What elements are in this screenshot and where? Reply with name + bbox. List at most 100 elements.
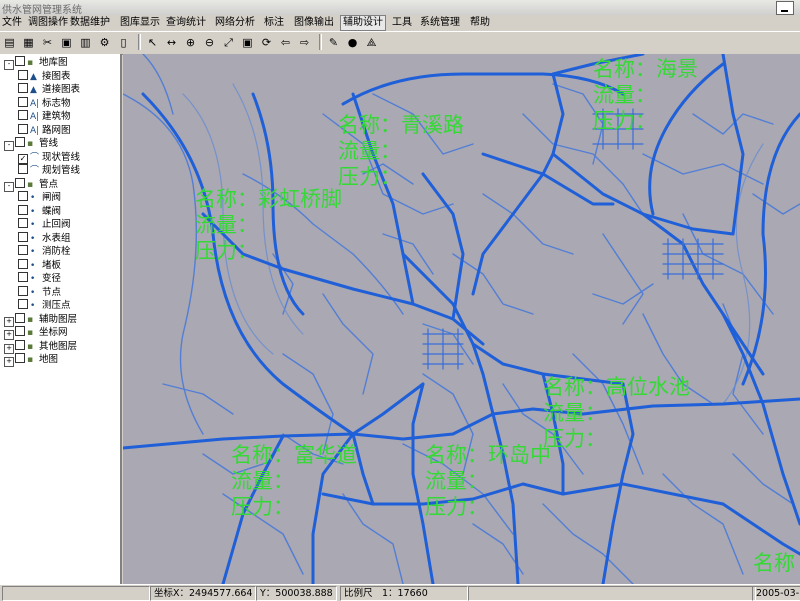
layer-checkbox[interactable] <box>18 69 28 80</box>
tree-node[interactable]: + ▪ 地图 <box>4 353 58 367</box>
layer-checkbox[interactable] <box>15 326 25 336</box>
menu-item[interactable]: 工具 <box>390 16 414 30</box>
tree-node[interactable]: A| 建筑物 <box>18 110 71 123</box>
tree-node[interactable]: + ▪ 其他图层 <box>4 339 77 354</box>
tree-node[interactable]: • 水表组 <box>18 231 71 245</box>
tree-node[interactable]: ✓ ⌒ 现状管线 <box>18 151 80 164</box>
layer-checkbox[interactable] <box>15 137 25 147</box>
table-icon[interactable]: ▥ <box>78 35 93 50</box>
zoom-in-icon[interactable]: ⊕ <box>183 35 198 50</box>
tree-node[interactable]: + ▪ 坐标网 <box>4 326 68 340</box>
select-arrow-icon[interactable]: ↖ <box>145 35 160 50</box>
map-icon[interactable]: ▦ <box>21 35 36 50</box>
back-icon[interactable]: ⇦ <box>278 35 293 50</box>
layer-checkbox[interactable] <box>18 299 28 309</box>
forward-icon[interactable]: ⇨ <box>297 35 312 50</box>
marker-icon[interactable]: ● <box>345 35 360 50</box>
map-label[interactable]: 名称：富华道 流量： 压力： <box>231 442 357 520</box>
label-name: 名称：青溪路 <box>338 113 464 137</box>
layer-checkbox[interactable] <box>18 83 28 93</box>
tree-node[interactable]: ▲ 接图表 <box>18 69 71 83</box>
menu-item[interactable]: 数据维护 <box>68 16 112 30</box>
layer-checkbox[interactable] <box>18 258 28 269</box>
layer-checkbox[interactable] <box>18 272 28 282</box>
image-icon[interactable]: ▣ <box>59 35 74 50</box>
expand-toggle[interactable]: + <box>4 316 14 327</box>
menu-item[interactable]: 查询统计 <box>164 16 208 30</box>
map-label[interactable]: 名称：青溪路 流量： 压力： <box>338 112 464 190</box>
refresh-icon[interactable]: ⟳ <box>259 35 274 50</box>
layer-checkbox[interactable] <box>18 110 28 120</box>
tree-node[interactable]: - ▪ 管线 <box>4 137 58 151</box>
map-label[interactable]: 名称：高位水池 流量： 压力： <box>543 374 690 452</box>
folder-icon: ▪ <box>27 341 34 352</box>
layer-checkbox[interactable] <box>15 177 25 188</box>
pan-icon[interactable]: ↔ <box>164 35 179 50</box>
tree-node-label: 路网图 <box>42 124 71 136</box>
layer-checkbox[interactable] <box>15 339 25 350</box>
blank-page-icon[interactable]: ▯ <box>116 35 131 50</box>
tree-node[interactable]: - ▪ 地库图 <box>4 56 68 70</box>
measure-icon[interactable]: ⟁ <box>364 35 379 50</box>
zoom-out-icon[interactable]: ⊖ <box>202 35 217 50</box>
layer-checkbox[interactable] <box>18 245 28 255</box>
tree-node[interactable]: + ▪ 辅助图层 <box>4 312 77 327</box>
layer-checkbox[interactable] <box>18 218 28 228</box>
tree-node[interactable]: • 测压点 <box>18 299 71 312</box>
tree-node[interactable]: A| 标志物 <box>18 96 71 110</box>
layer-checkbox[interactable] <box>18 123 28 134</box>
menu-item[interactable]: 辅助设计 <box>340 15 386 31</box>
menu-item[interactable]: 系统管理 <box>418 16 462 30</box>
map-canvas[interactable]: 名称：海景 流量： 压力： 名称：青溪路 流量： 压力： 名称：彩虹桥脚 流量：… <box>123 54 800 584</box>
map-label[interactable]: 名称：环岛中 流量： 压力： <box>425 442 551 520</box>
tree-node[interactable]: ▲ 道接图表 <box>18 83 80 96</box>
ruler-icon[interactable]: ✎ <box>326 35 341 50</box>
layer-checkbox[interactable] <box>18 191 28 201</box>
tree-node-label: 管点 <box>39 178 59 190</box>
print-icon[interactable]: ⚙ <box>97 35 112 50</box>
expand-toggle[interactable]: + <box>4 357 14 367</box>
layer-checkbox[interactable] <box>18 164 28 174</box>
layer-checkbox[interactable]: ✓ <box>18 153 28 164</box>
tree-node[interactable]: A| 路网图 <box>18 123 71 137</box>
tree-node[interactable]: • 消防栓 <box>18 245 71 258</box>
tree-node[interactable]: • 止回阀 <box>18 218 71 231</box>
menu-item[interactable]: 图像输出 <box>292 16 336 30</box>
menu-item[interactable]: 图库显示 <box>118 16 162 30</box>
tree-node-label: 道接图表 <box>42 84 81 95</box>
layer-checkbox[interactable] <box>15 312 25 323</box>
tools-icon[interactable]: ✂ <box>40 35 55 50</box>
full-extent-icon[interactable]: ▣ <box>240 35 255 50</box>
tree-node[interactable]: ⌒ 规划管线 <box>18 164 80 177</box>
zoom-window-icon[interactable]: ⤢ <box>221 35 236 50</box>
map-label[interactable]: 名称 <box>753 550 795 576</box>
tree-node[interactable]: • 节点 <box>18 285 61 299</box>
menu-item[interactable]: 标注 <box>262 16 286 30</box>
menu-item[interactable]: 调图操作 <box>26 16 70 30</box>
layer-checkbox[interactable] <box>18 96 28 107</box>
layer-checkbox[interactable] <box>15 353 25 363</box>
menu-item[interactable]: 帮助 <box>468 16 492 30</box>
expand-toggle[interactable]: + <box>4 343 14 354</box>
tree-node[interactable]: • 变径 <box>18 272 61 285</box>
tree-node[interactable]: • 闸阀 <box>18 191 61 204</box>
layer-checkbox[interactable] <box>18 204 28 215</box>
layer-checkbox[interactable] <box>18 285 28 296</box>
layers-icon[interactable]: ▤ <box>2 35 17 50</box>
expand-toggle[interactable]: - <box>4 181 14 192</box>
tree-node[interactable]: • 蝶阀 <box>18 204 61 218</box>
layer-checkbox[interactable] <box>18 231 28 242</box>
menu-item[interactable]: 文件 <box>0 16 24 30</box>
expand-toggle[interactable]: - <box>4 141 14 151</box>
map-label[interactable]: 名称：海景 流量： 压力： <box>593 56 698 134</box>
minimize-button[interactable] <box>776 1 794 15</box>
tree-node[interactable]: • 堵板 <box>18 258 61 272</box>
menu-item[interactable]: 网络分析 <box>213 16 257 30</box>
tree-node[interactable]: - ▪ 管点 <box>4 177 59 192</box>
status-date: 2005-03-14 <box>752 586 800 601</box>
map-label[interactable]: 名称：彩虹桥脚 流量： 压力： <box>195 186 342 264</box>
layer-checkbox[interactable] <box>15 56 25 66</box>
expand-toggle[interactable]: + <box>4 330 14 340</box>
expand-toggle[interactable]: - <box>4 60 14 70</box>
layer-tree[interactable]: - ▪ 地库图 ▲ 接图表 ▲ 道接图表 A| 标志物 A| 建筑物 A| 路网图 - ▪ 管线 ✓ ⌒ 现状管线 ⌒… <box>0 54 122 584</box>
